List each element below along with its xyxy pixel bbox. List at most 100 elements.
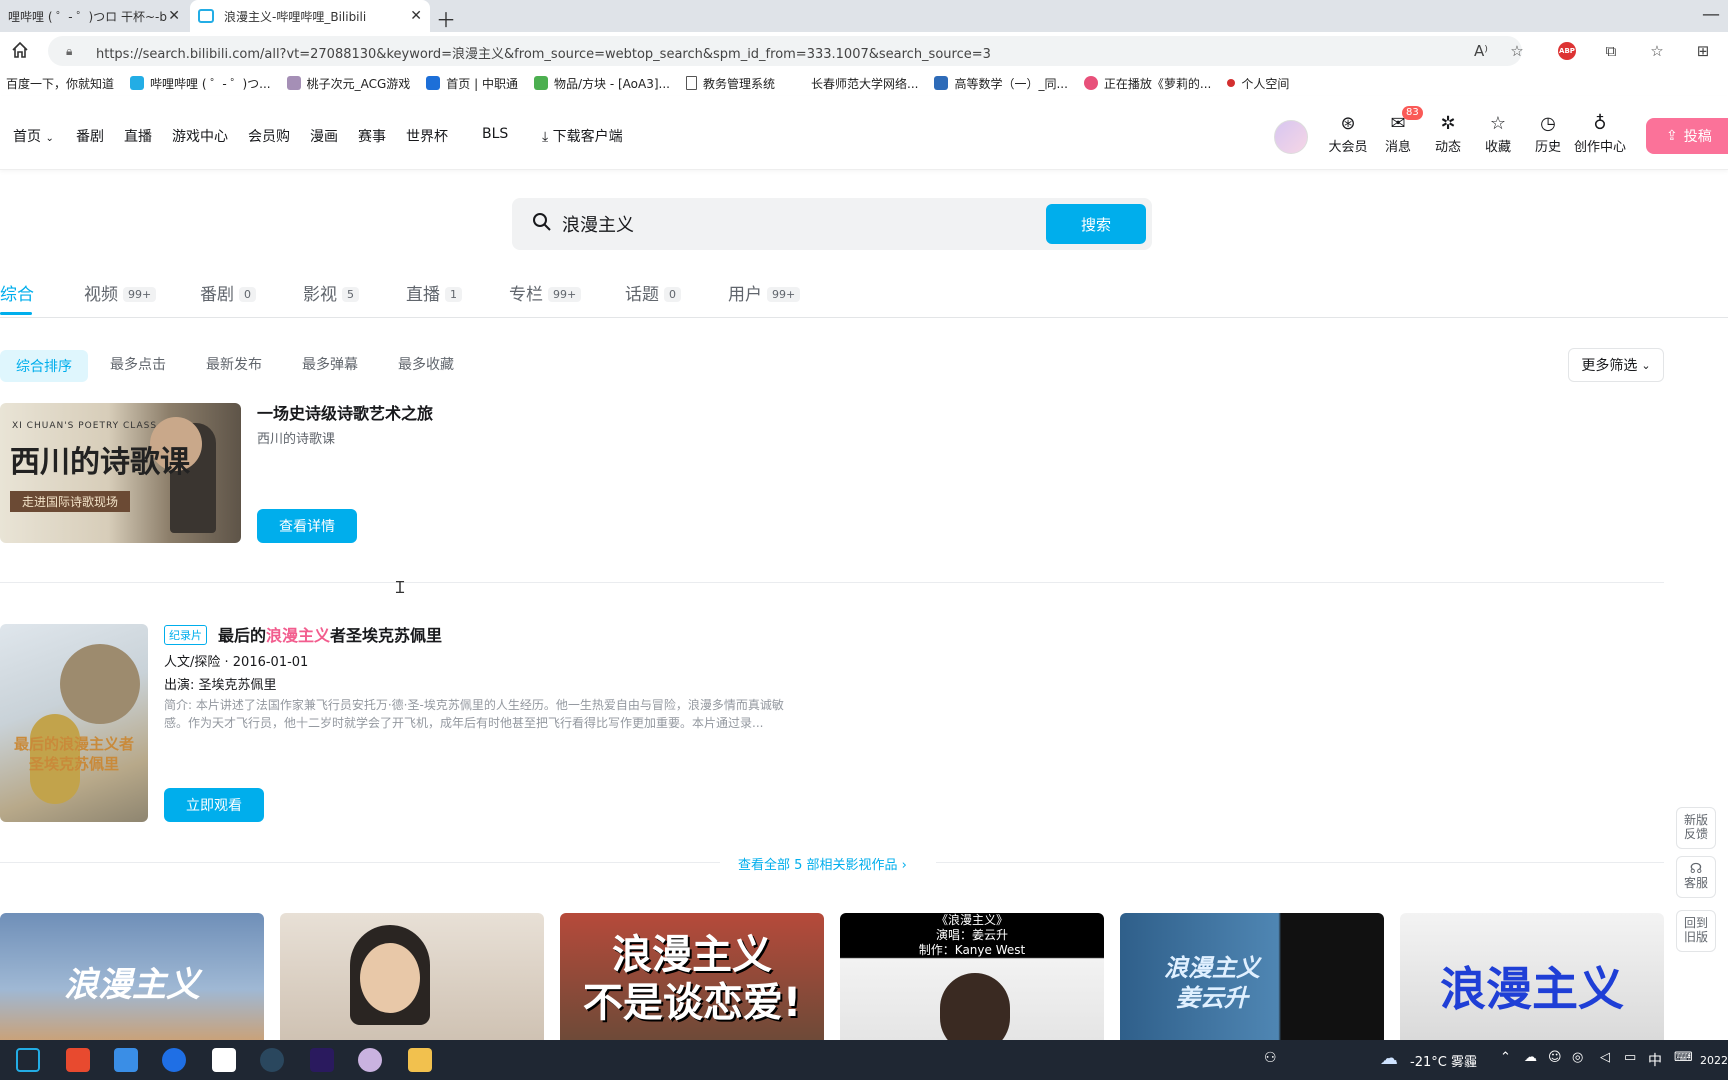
feishu-app-icon[interactable]	[114, 1048, 138, 1072]
bookmark-item[interactable]: 百度一下，你就知道	[6, 75, 114, 92]
qq-icon[interactable]: ☺	[1548, 1050, 1562, 1065]
nav-bangumi[interactable]: 番剧	[76, 126, 104, 146]
nav-bls[interactable]: BLS	[482, 126, 508, 142]
more-filters-button[interactable]: 更多筛选 ⌄	[1568, 348, 1664, 382]
search-button[interactable]: 搜索	[1046, 204, 1146, 244]
view-all-link[interactable]: 查看全部 5 部相关影视作品 ›	[738, 854, 907, 873]
collections-icon[interactable]: ⊞	[1692, 40, 1714, 62]
video-card[interactable]: 浪漫主义	[1400, 913, 1664, 1040]
url-text[interactable]: https://search.bilibili.com/all?vt=27088…	[96, 43, 991, 62]
office-app-icon[interactable]	[66, 1048, 90, 1072]
view-details-button[interactable]: 查看详情	[257, 509, 357, 543]
header-message[interactable]: ✉ 83 消息	[1376, 106, 1423, 155]
favorite-add-icon[interactable]: ☆	[1506, 40, 1528, 62]
ime-indicator[interactable]: 中	[1648, 1050, 1662, 1070]
adblock-icon[interactable]: ABP	[1558, 42, 1576, 60]
result-title[interactable]: 最后的浪漫主义者圣埃克苏佩里	[218, 622, 442, 646]
avatar[interactable]	[1274, 120, 1308, 154]
read-aloud-icon[interactable]: A⁾	[1470, 40, 1492, 62]
tab-bangumi[interactable]: 番剧 0	[200, 280, 256, 305]
browser-tab[interactable]: 哩哔哩 ( ゜- ゜)つロ 干杯~-bilibi ✕	[0, 0, 188, 32]
bookmark-item[interactable]: 哔哩哔哩 ( ゜- ゜)つ...	[130, 75, 271, 92]
minimize-icon[interactable]: —	[1702, 4, 1720, 25]
header-dynamic[interactable]: ✲ 动态	[1426, 114, 1470, 156]
extensions-icon[interactable]: ⧉	[1600, 40, 1622, 62]
back-to-old-button[interactable]: 回到 旧版	[1676, 910, 1716, 952]
sort-newest[interactable]: 最新发布	[206, 354, 262, 374]
premiere-app-icon[interactable]	[310, 1048, 334, 1072]
new-feedback-button[interactable]: 新版 反馈	[1676, 807, 1716, 849]
bookmark-item[interactable]: 正在播放《萝莉的...	[1083, 75, 1211, 92]
bilibili-app-icon[interactable]	[16, 1048, 40, 1072]
bookmark-item[interactable]: 个人空间	[1227, 75, 1289, 92]
tab-live[interactable]: 直播 1	[406, 280, 462, 305]
close-icon[interactable]: ✕	[168, 8, 180, 24]
header-history[interactable]: ◷ 历史	[1526, 114, 1570, 156]
video-card[interactable]	[280, 913, 544, 1040]
browser-tab-active[interactable]: 浪漫主义-哔哩哔哩_Bilibili ✕	[190, 0, 430, 32]
tab-topic[interactable]: 话题 0	[625, 280, 681, 305]
nav-game-center[interactable]: 游戏中心	[172, 126, 228, 146]
search-input[interactable]	[562, 208, 1042, 240]
sort-most-favorites[interactable]: 最多收藏	[398, 354, 454, 374]
folder-app-icon[interactable]	[408, 1048, 432, 1072]
nav-mall[interactable]: 会员购	[248, 126, 290, 146]
bookmark-item[interactable]: 教务管理系统	[685, 75, 775, 92]
nav-worldcup[interactable]: 世界杯	[406, 126, 448, 146]
header-vip[interactable]: ⊛ 大会员	[1326, 114, 1370, 156]
nav-download[interactable]: ⤓ 下载客户端	[542, 126, 623, 146]
header-creator-center[interactable]: ♁ 创作中心	[1570, 114, 1630, 156]
nav-home[interactable]: 首页 ⌄	[13, 126, 54, 146]
header-favorites[interactable]: ☆ 收藏	[1476, 114, 1520, 156]
upload-button[interactable]: ⇪ 投稿	[1646, 118, 1728, 154]
video-card[interactable]: 浪漫主义 不是谈恋爱!	[560, 913, 824, 1040]
avatar-app-icon[interactable]	[358, 1048, 382, 1072]
tab-user[interactable]: 用户 99+	[728, 280, 801, 305]
tab-all[interactable]: 综合	[0, 280, 34, 305]
new-tab-icon[interactable]: ＋	[436, 4, 456, 33]
keyboard-icon[interactable]: ⌨	[1674, 1050, 1693, 1065]
url-field[interactable]: 🔒︎ https://search.bilibili.com/all?vt=27…	[48, 36, 1522, 66]
nav-live[interactable]: 直播	[124, 126, 152, 146]
tray-overflow-icon[interactable]: ⌃	[1500, 1050, 1511, 1065]
service-label: 客服	[1683, 876, 1708, 890]
video-card[interactable]: 《浪漫主义》 演唱：姜云升 制作：Kanye West	[840, 913, 1104, 1040]
capcut-app-icon[interactable]	[212, 1048, 236, 1072]
bookmark-item[interactable]: 桃子次元_ACG游戏	[286, 75, 410, 92]
result-title[interactable]: 一场史诗级诗歌艺术之旅	[257, 400, 433, 424]
video-card[interactable]: 浪漫主义	[0, 913, 264, 1040]
home-icon[interactable]	[10, 40, 30, 60]
display-icon[interactable]: ▭	[1624, 1050, 1636, 1065]
network-icon[interactable]: ◎	[1572, 1050, 1583, 1065]
close-icon[interactable]: ✕	[410, 8, 422, 24]
result-thumbnail[interactable]: XI CHUAN'S POETRY CLASS 西川的诗歌课 走进国际诗歌现场	[0, 403, 241, 543]
nav-match[interactable]: 赛事	[358, 126, 386, 146]
favorites-icon[interactable]: ☆	[1646, 40, 1668, 62]
weather-text[interactable]: -21°C 雾霾	[1410, 1051, 1477, 1070]
video-card[interactable]: 浪漫主义 姜云升	[1120, 913, 1384, 1040]
bookmark-item[interactable]: 长春师范大学网络...	[791, 75, 918, 92]
bookmark-item[interactable]: 首页 | 中职通	[426, 75, 518, 92]
watch-now-button[interactable]: 立即观看	[164, 788, 264, 822]
video-card-text: 《浪漫主义》 演唱：姜云升 制作：Kanye West	[918, 913, 1026, 957]
cloud-icon[interactable]: ☁	[1524, 1050, 1537, 1065]
customer-service-button[interactable]: ☊ 客服	[1676, 856, 1716, 898]
people-icon[interactable]: ⚇	[1264, 1050, 1277, 1066]
sort-most-danmaku[interactable]: 最多弹幕	[302, 354, 358, 374]
sort-default[interactable]: 综合排序	[0, 350, 88, 382]
tab-article[interactable]: 专栏 99+	[509, 280, 582, 305]
sort-most-clicks[interactable]: 最多点击	[110, 354, 166, 374]
edge-app-icon[interactable]	[162, 1048, 186, 1072]
volume-icon[interactable]: ◁	[1600, 1050, 1610, 1065]
tab-movie[interactable]: 影视 5	[303, 280, 359, 305]
clock-year[interactable]: 2022	[1700, 1054, 1728, 1067]
chevron-down-icon: ⌄	[1641, 358, 1651, 372]
header-icon-label: 创作中心	[1573, 140, 1626, 155]
weather-icon[interactable]: ☁	[1380, 1048, 1398, 1069]
tab-video[interactable]: 视频 99+	[84, 280, 157, 305]
bookmark-item[interactable]: 高等数学（一）_同...	[934, 75, 1068, 92]
bookmark-item[interactable]: 物品/方块 - [AoA3]...	[533, 75, 670, 92]
steam-app-icon[interactable]	[260, 1048, 284, 1072]
result-thumbnail[interactable]: 最后的浪漫主义者 圣埃克苏佩里	[0, 624, 148, 822]
nav-manga[interactable]: 漫画	[310, 126, 338, 146]
